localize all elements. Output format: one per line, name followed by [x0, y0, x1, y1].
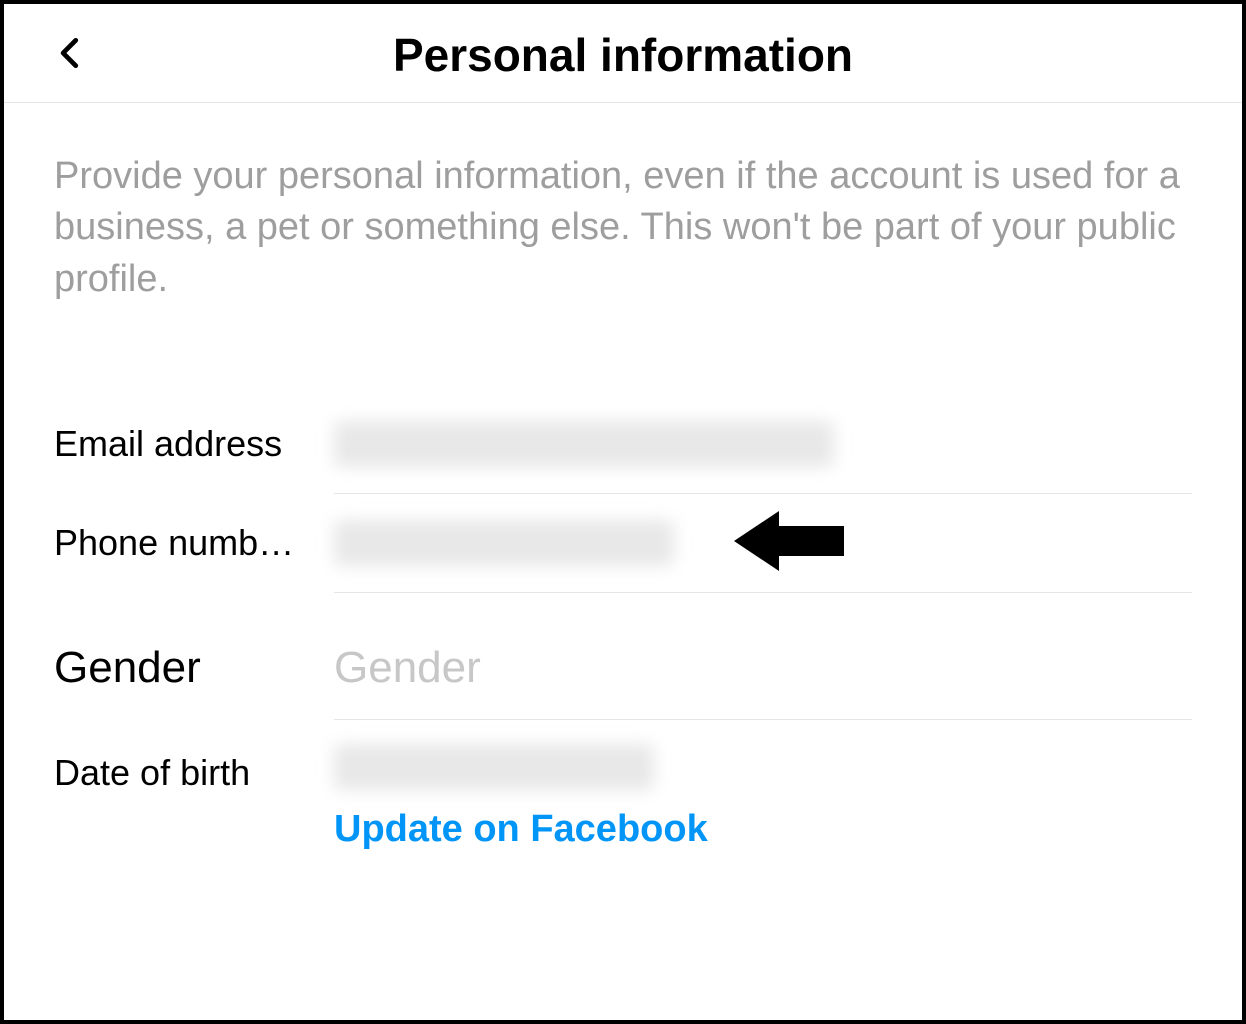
chevron-left-icon [52, 34, 90, 72]
dob-values: Update on Facebook [334, 744, 708, 851]
email-value-redacted [334, 421, 834, 467]
personal-info-screen: Personal information Provide your person… [0, 0, 1246, 1024]
page-title: Personal information [44, 28, 1202, 82]
email-value-area [334, 395, 1192, 494]
description-text: Provide your personal information, even … [54, 151, 1192, 305]
dob-value-redacted [334, 744, 654, 790]
gender-value-area: Gender [334, 617, 1192, 720]
phone-value-area [334, 494, 1192, 593]
phone-value-redacted [334, 520, 674, 566]
phone-label: Phone numb… [54, 522, 334, 564]
email-label: Email address [54, 423, 334, 465]
dob-section: Date of birth Update on Facebook [54, 744, 1192, 851]
phone-row[interactable]: Phone numb… [54, 494, 1192, 593]
header: Personal information [4, 4, 1242, 103]
email-row[interactable]: Email address [54, 395, 1192, 494]
update-facebook-link[interactable]: Update on Facebook [334, 808, 708, 851]
back-button[interactable] [52, 34, 90, 77]
gender-label: Gender [54, 643, 334, 693]
gender-row[interactable]: Gender Gender [54, 617, 1192, 720]
content-area: Provide your personal information, even … [4, 103, 1242, 1020]
dob-label: Date of birth [54, 744, 334, 794]
gender-placeholder: Gender [334, 643, 481, 693]
